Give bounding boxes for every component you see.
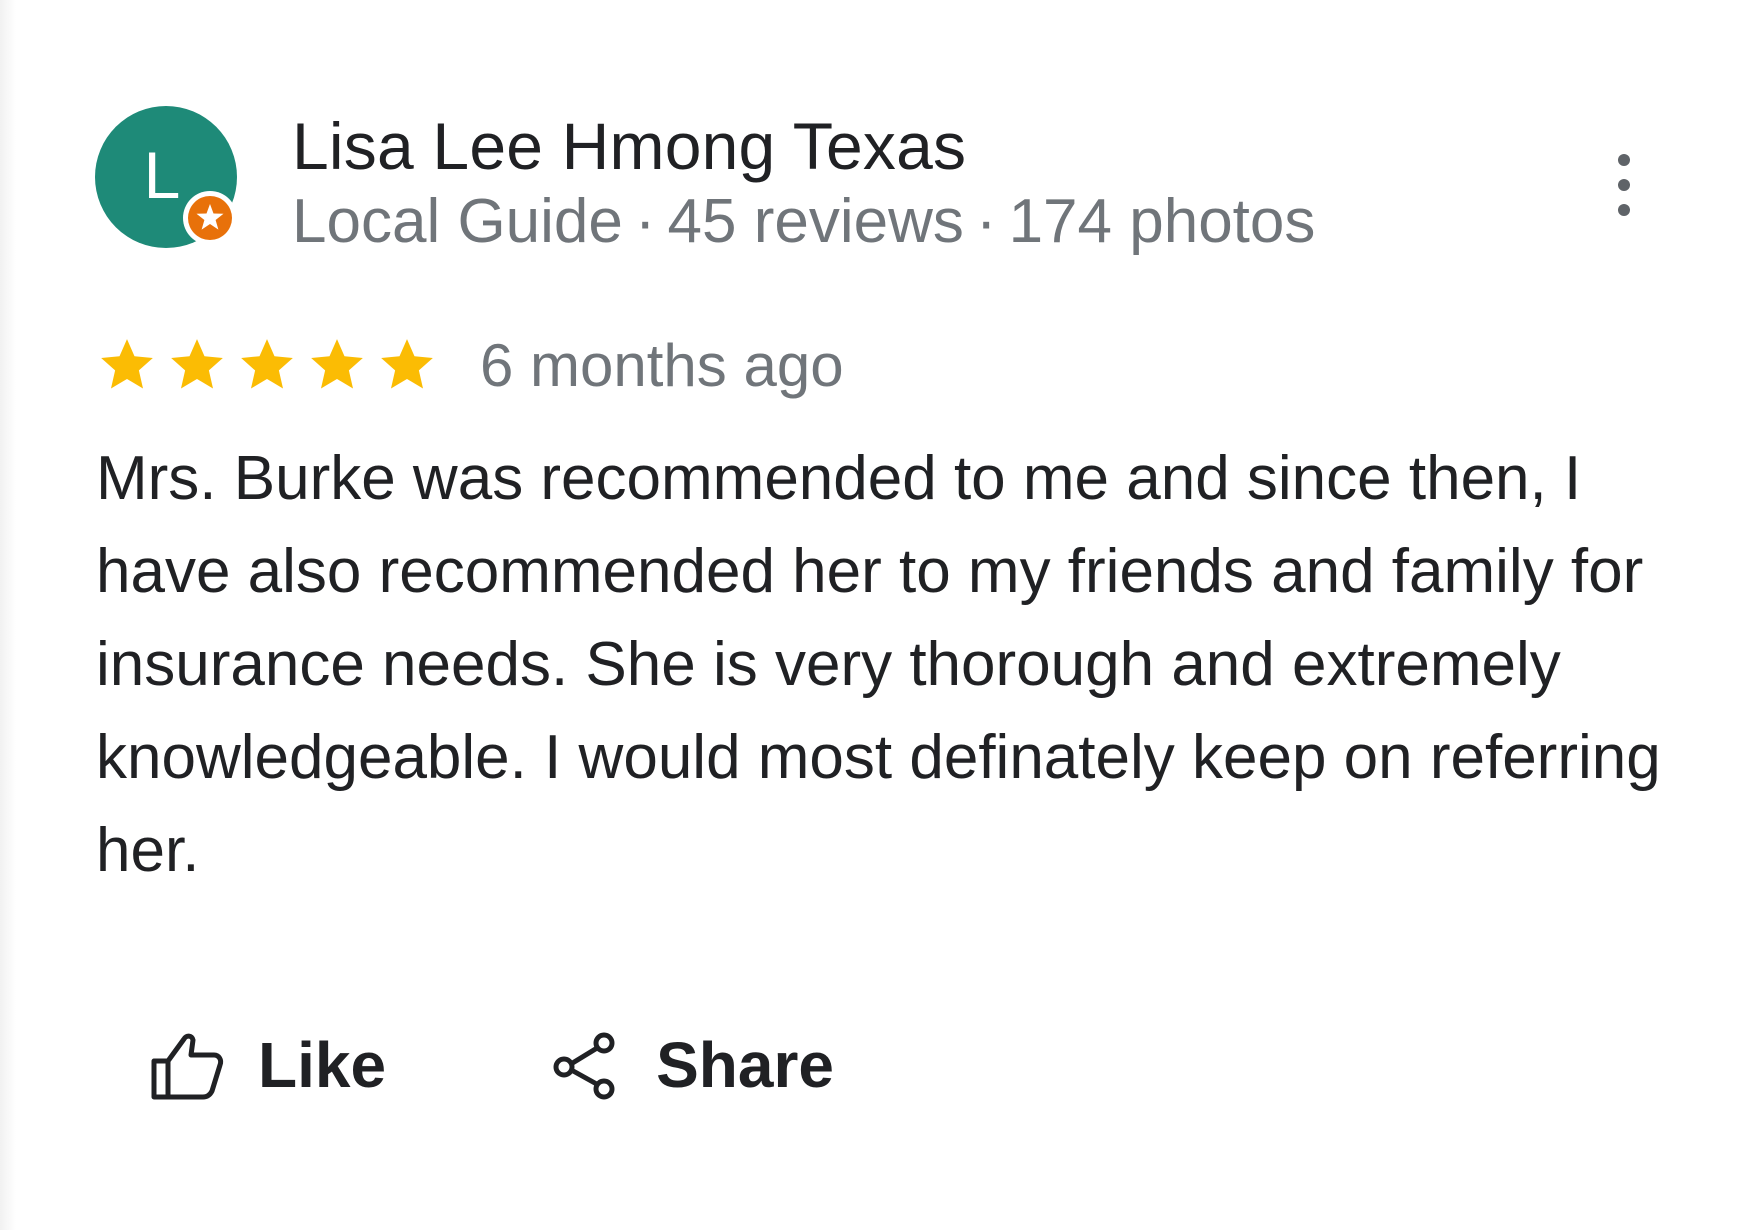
meta-separator: · [975, 187, 997, 256]
star-icon [381, 339, 433, 389]
star-rating [96, 334, 446, 396]
photos-count: 174 photos [1008, 187, 1316, 256]
share-label: Share [656, 1029, 834, 1101]
review-text: Mrs. Burke was recommended to me and sin… [96, 444, 1661, 885]
more-vert-icon[interactable] [1600, 150, 1648, 220]
star-icon [311, 339, 363, 389]
local-guide-badge-icon [183, 191, 237, 245]
reviews-count: 45 reviews [667, 187, 964, 256]
rating-row: 6 months ago [96, 330, 844, 400]
star-icon [101, 339, 153, 389]
review-date: 6 months ago [480, 331, 844, 399]
local-guide-label: Local Guide [292, 187, 623, 256]
like-button[interactable]: Like [148, 1025, 386, 1105]
like-label: Like [258, 1029, 387, 1101]
reviewer-name[interactable]: Lisa Lee Hmong Texas [292, 108, 966, 184]
share-icon [553, 1032, 615, 1100]
review-card: L Lisa Lee Hmong Texas Local Guide · 45 re… [0, 0, 1752, 1230]
review-actions: Like Share [148, 1020, 834, 1110]
star-icon [171, 339, 223, 389]
star-icon [241, 339, 293, 389]
share-button[interactable]: Share [546, 1025, 834, 1105]
thumb-up-icon [151, 1033, 224, 1100]
reviewer-meta: Local Guide · 45 reviews · 174 photos [292, 186, 1315, 257]
meta-separator: · [634, 187, 656, 256]
avatar-initial: L [143, 138, 181, 212]
